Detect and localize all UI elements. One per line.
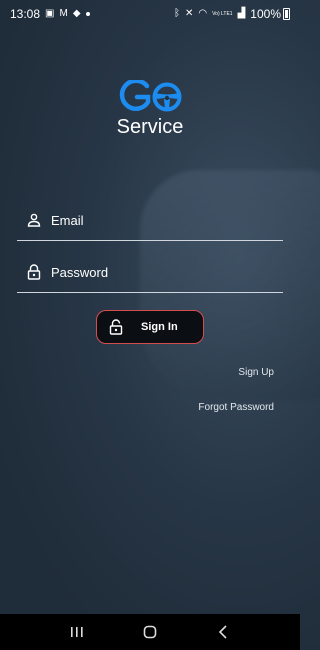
status-bar: 13:08 ▣ M ◆ ᛒ ✕ ◠ Vo) LTE1 ▟ 100% <box>0 0 300 28</box>
back-icon <box>219 625 227 639</box>
app-notification-icon: ◆ <box>72 8 81 19</box>
back-button[interactable] <box>208 617 238 647</box>
person-icon <box>17 213 51 227</box>
battery-icon <box>283 8 290 20</box>
battery-percent: 100% <box>250 7 281 21</box>
unlock-icon <box>97 319 135 335</box>
home-icon <box>143 625 157 639</box>
status-time: 13:08 <box>10 7 41 21</box>
more-notifications-icon <box>85 12 90 16</box>
mute-icon: ✕ <box>184 8 194 19</box>
gmail-icon: M <box>59 8 68 19</box>
lock-icon <box>17 264 51 280</box>
system-nav-bar <box>0 614 300 650</box>
volte-icon: Vo) LTE1 <box>212 10 233 17</box>
bluetooth-icon: ᛒ <box>173 8 180 19</box>
sign-in-button[interactable]: Sign In <box>96 310 204 344</box>
gallery-icon: ▣ <box>45 8 55 19</box>
password-field[interactable] <box>17 252 283 293</box>
sign-up-link[interactable]: Sign Up <box>238 367 274 378</box>
email-input[interactable] <box>51 212 251 228</box>
signal-icon: ▟ <box>237 8 246 19</box>
password-input[interactable] <box>51 264 251 280</box>
home-button[interactable] <box>135 617 165 647</box>
email-field[interactable] <box>17 200 283 241</box>
go-logo <box>119 80 182 112</box>
recents-icon <box>70 627 83 637</box>
battery-indicator: 100% <box>250 7 290 21</box>
recent-apps-button[interactable] <box>62 617 92 647</box>
sign-in-label: Sign In <box>141 321 178 333</box>
wifi-icon: ◠ <box>198 8 208 19</box>
status-right: ᛒ ✕ ◠ Vo) LTE1 ▟ 100% <box>174 7 290 21</box>
brand-name: Service <box>116 116 184 138</box>
forgot-password-link[interactable]: Forgot Password <box>198 402 274 413</box>
status-left: 13:08 ▣ M ◆ <box>10 7 90 21</box>
